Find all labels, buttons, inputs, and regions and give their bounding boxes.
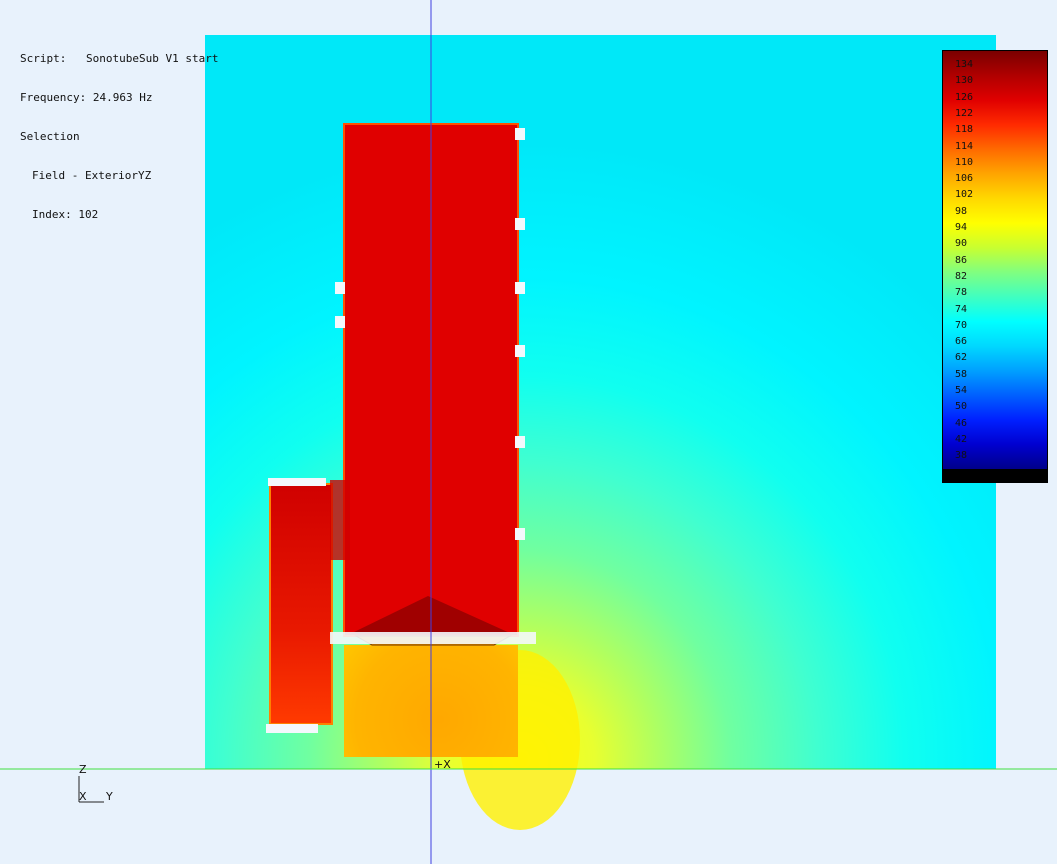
- legend-tick-label: 58: [955, 368, 968, 380]
- legend-tick-label: 42: [955, 433, 968, 445]
- side-chamber: [269, 483, 333, 725]
- legend-tick-label: 62: [955, 352, 968, 364]
- legend-tick-label: 106: [955, 173, 974, 185]
- legend-tick-label: 130: [955, 75, 974, 87]
- script-value: SonotubeSub V1 start: [86, 52, 219, 65]
- info-panel: Script: SonotubeSub V1 start Frequency: 2…: [20, 26, 218, 234]
- selection-heading: Selection: [20, 130, 80, 143]
- legend-tick-label: 134: [955, 59, 974, 70]
- main-tube-shade: [330, 480, 350, 560]
- legend-tick-label: 126: [955, 91, 974, 103]
- legend-tick-label: 90: [955, 238, 968, 250]
- frequency-value: 24.963 Hz: [92, 91, 153, 104]
- side-chamber-cap-bottom: [266, 724, 318, 733]
- legend-tick-label: 114: [955, 140, 974, 152]
- legend-tick-label: 86: [955, 254, 968, 266]
- legend-tick-label: 110: [955, 156, 974, 168]
- legend-tick-label: 38: [955, 450, 968, 462]
- legend-tick-label: 54: [955, 385, 968, 396]
- legend-tick-label: 94: [955, 222, 968, 233]
- legend-tick-label: 122: [955, 107, 974, 119]
- origin-marker: +X: [434, 758, 451, 771]
- legend-tick-label: 82: [955, 270, 968, 282]
- index-value: Index: 102: [32, 208, 99, 221]
- color-legend: 134 130 126 122 118 114 110 106 102 98 94 90 86 82 78 7…: [942, 50, 1048, 483]
- legend-tick-label: 98: [955, 205, 968, 217]
- legend-tick-label: 118: [955, 124, 974, 136]
- legend-tick-label: 102: [955, 189, 974, 201]
- triad-y-label: Y: [106, 790, 113, 803]
- triad-z-label: Z: [79, 763, 87, 776]
- triad-x-label: X: [79, 790, 87, 803]
- side-chamber-cap-top: [268, 478, 326, 486]
- legend-tick-label: 70: [955, 319, 968, 331]
- baffle: [330, 632, 536, 644]
- legend-tick-label: 74: [955, 303, 968, 315]
- legend-tick-label: 46: [955, 417, 968, 429]
- script-label: Script:: [20, 52, 67, 65]
- frequency-label: Frequency:: [20, 91, 87, 104]
- legend-tick-label: 66: [955, 336, 968, 348]
- legend-tick-label: 78: [955, 287, 968, 299]
- legend-tick-label: 50: [955, 401, 968, 413]
- field-name: Field - ExteriorYZ: [32, 169, 152, 182]
